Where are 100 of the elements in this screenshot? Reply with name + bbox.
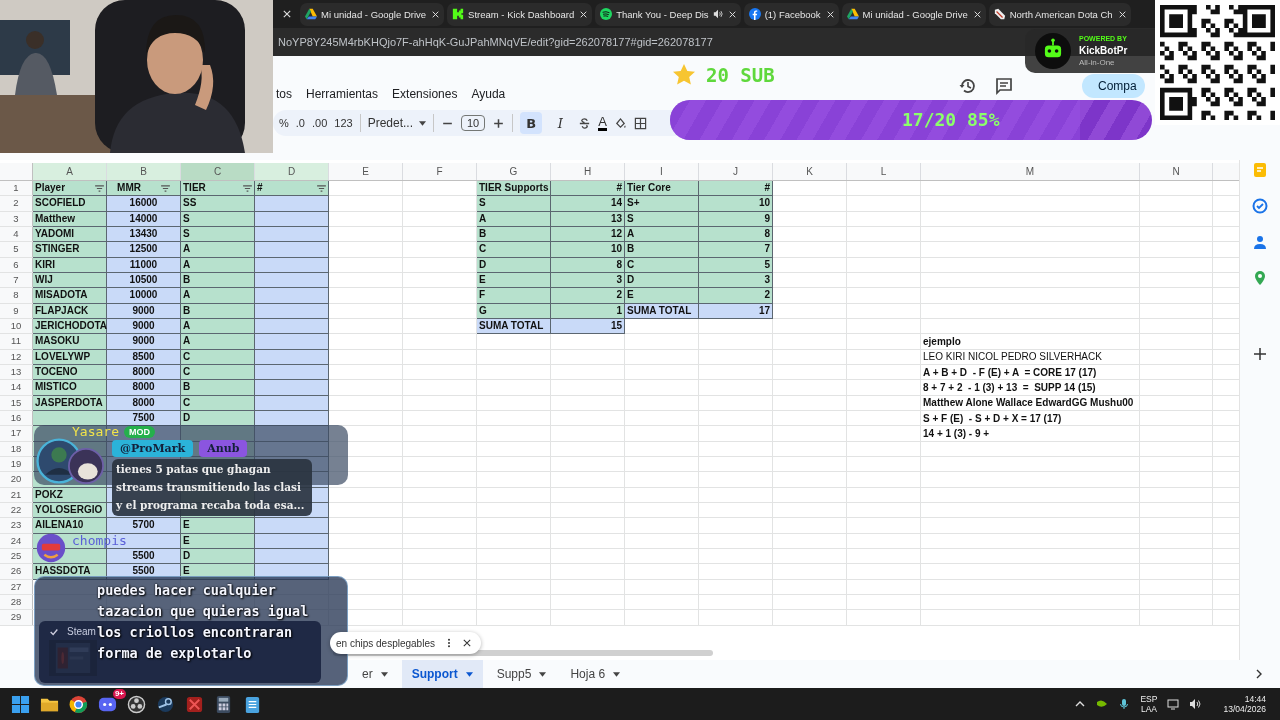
row-number: 5	[0, 242, 33, 257]
table-cell-text: 14 + 1 (3) - 9 +	[922, 426, 991, 441]
table-cell: SCOFIELD	[33, 196, 107, 212]
table-cell: TIER Supports	[477, 181, 551, 197]
row-number: 20	[0, 472, 33, 487]
table-cell-text: S + F (E) - S + D + X = 17 (17)	[922, 411, 1063, 426]
browser-tab[interactable]: Mi unidad - Google Drive	[300, 2, 445, 26]
browser-tab[interactable]: North American Dota Ch	[988, 2, 1131, 26]
column-header[interactable]: K	[773, 163, 847, 180]
column-title: MMR	[117, 181, 141, 196]
table-cell: MISADOTA	[33, 288, 107, 304]
table-cell-text: Matthew Alone Wallace EdwardGG Mushu00	[922, 396, 1135, 411]
column-title: TIER	[183, 181, 206, 196]
sheet-tab[interactable]: Support	[401, 660, 483, 688]
browser-tab[interactable]: Stream - Kick Dashboard	[447, 2, 593, 26]
language-label[interactable]: ESP	[1140, 694, 1158, 704]
table-cell: E	[181, 518, 255, 534]
toast-text: en chips desplegables	[336, 637, 435, 649]
format-button[interactable]: .0	[295, 117, 305, 129]
style-button[interactable]: B	[520, 112, 543, 134]
table-cell: B	[181, 380, 255, 396]
menu-item[interactable]: Herramientas	[306, 87, 379, 104]
table-cell: AILENA10	[33, 518, 107, 534]
table-cell: 2	[699, 288, 773, 304]
column-header[interactable]: E	[329, 163, 403, 180]
text-color-button[interactable]: A	[598, 115, 607, 131]
table-cell: S	[477, 196, 551, 212]
column-header[interactable]: D	[255, 163, 329, 180]
bot-name: KickBotPr	[1079, 45, 1128, 57]
table-cell: A	[181, 288, 255, 304]
table-cell: 10	[699, 196, 773, 212]
table-cell: #	[551, 181, 625, 197]
table-cell: 12500	[107, 242, 181, 258]
browser-tab[interactable]: (1) Facebook	[743, 2, 839, 26]
table-cell: 9000	[107, 334, 181, 350]
user-badge: Anub	[199, 440, 248, 457]
table-cell-text: A + B + D - F (E) + A = CORE 17 (17)	[922, 365, 1098, 380]
column-header[interactable]: N	[1140, 163, 1213, 180]
column-header[interactable]: B	[107, 163, 181, 180]
table-cell: Tier Core	[625, 181, 699, 197]
row-number: 17	[0, 426, 33, 441]
row-number: 2	[0, 196, 33, 211]
share-button[interactable]: Compa	[1082, 74, 1145, 98]
clock-date[interactable]: 13/04/2026	[1223, 704, 1266, 714]
table-cell-text: 8 + 7 + 2 - 1 (3) + 13 = SUPP 14 (15)	[922, 380, 1097, 395]
column-header[interactable]: H	[551, 163, 625, 180]
table-cell: 10	[551, 242, 625, 258]
notification-app: Steam	[67, 626, 96, 637]
goal-label: 20 SUB	[706, 64, 775, 86]
table-cell: A	[181, 334, 255, 350]
table-cell: MASOKU	[33, 334, 107, 350]
clock-time[interactable]: 14:44	[1244, 694, 1266, 704]
browser-tab[interactable]: Mi unidad - Google Drive	[841, 2, 986, 26]
table-cell: 5700	[107, 518, 181, 534]
table-cell: 10000	[107, 288, 181, 304]
address-field[interactable]: NoYP8Y245M4rbKHQjo7F-ahHqK-GuJPahMNqVE/edit?gid=262078177#gid=262078177	[278, 36, 713, 48]
format-button[interactable]: .00	[311, 117, 328, 129]
mod-badge: MOD	[124, 426, 155, 438]
menu-item[interactable]: tos	[276, 87, 292, 104]
row-number: 26	[0, 564, 33, 579]
table-cell: SS	[181, 196, 255, 212]
sheet-tab[interactable]: Supp5	[486, 660, 557, 688]
style-button[interactable]: I	[549, 112, 572, 134]
table-cell: 16000	[107, 196, 181, 212]
sheet-tab[interactable]: Hoja 6	[560, 660, 631, 688]
column-header[interactable]: F	[403, 163, 477, 180]
font-size-field[interactable]: 10	[461, 115, 486, 131]
menu-item[interactable]: Extensiones	[392, 87, 458, 104]
font-dropdown[interactable]: Predet...	[367, 116, 426, 130]
column-header[interactable]: G	[477, 163, 551, 180]
sheet-tab[interactable]: er	[352, 660, 398, 688]
table-cell: 8000	[107, 380, 181, 396]
row-number: 14	[0, 380, 33, 395]
format-button[interactable]: %	[279, 117, 289, 129]
row-number: 11	[0, 334, 33, 349]
column-header[interactable]: M	[921, 163, 1140, 180]
notification-badge: 9+	[112, 688, 126, 699]
column-header[interactable]: J	[699, 163, 773, 180]
goal-progress-text: 17/20 85%	[902, 109, 1000, 130]
table-cell: #	[699, 181, 773, 197]
table-cell-text: LEO KIRI NICOL PEDRO SILVERHACK	[922, 350, 1103, 365]
column-header[interactable]: L	[847, 163, 921, 180]
chat-message: puedes hacer cualquier tazacion que quieras igual los criollos encontraran forma de explotarlo	[97, 581, 310, 663]
table-cell: STINGER	[33, 242, 107, 258]
row-number: 23	[0, 518, 33, 533]
column-header[interactable]: C	[181, 163, 255, 180]
table-cell: 7	[699, 242, 773, 258]
column-title: Player	[35, 181, 66, 196]
table-cell-text: ejemplo	[922, 334, 962, 349]
table-cell: A	[181, 242, 255, 258]
layout-label[interactable]: LAA	[1140, 704, 1157, 714]
format-button[interactable]: 123	[334, 117, 353, 129]
chat-username: Yasare	[72, 424, 119, 439]
column-header[interactable]: I	[625, 163, 699, 180]
row-number: 29	[0, 610, 33, 625]
table-cell: E	[625, 288, 699, 304]
browser-tab[interactable]: Thank You - Deep Dis	[595, 2, 741, 26]
column-title: #	[257, 181, 263, 196]
menu-item[interactable]: Ayuda	[471, 87, 506, 104]
column-header[interactable]: A	[33, 163, 107, 180]
